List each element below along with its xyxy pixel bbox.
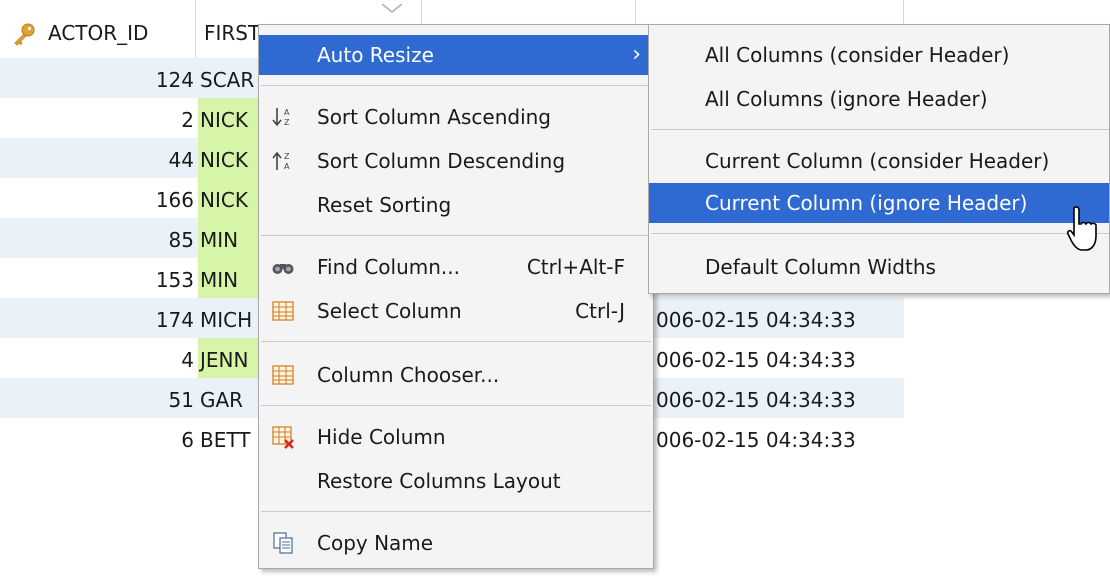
chevron-right-icon: › (632, 42, 641, 67)
binoculars-icon (272, 264, 294, 274)
sort-ascending-icon: A Z (272, 108, 290, 127)
sort-indicator-icon (381, 3, 403, 13)
menu-separator (261, 341, 651, 342)
menu-item-label: Copy Name (317, 531, 434, 555)
menu-item-label: Reset Sorting (317, 193, 452, 217)
submenu-item-current-column-consider-header[interactable]: Current Column (consider Header) (649, 141, 1109, 181)
cell-actor-id: 2 (181, 108, 194, 132)
menu-item-sort-descending[interactable]: Z A Sort Column Descending (259, 141, 653, 181)
menu-item-label: Find Column... (317, 255, 460, 279)
cell-first-name: MICH (200, 308, 253, 332)
menu-item-label: Select Column (317, 299, 462, 323)
column-header-label: FIRST (204, 21, 261, 45)
svg-text:Z: Z (284, 118, 290, 127)
submenu-item-label: Current Column (ignore Header) (705, 191, 1028, 215)
cell-first-name: MIN (198, 218, 260, 258)
cell-actor-id: 153 (155, 268, 194, 292)
menu-item-auto-resize[interactable]: Auto Resize › (259, 35, 653, 75)
cell-first-name: NICK (198, 178, 260, 218)
column-header-label: ACTOR_ID (48, 21, 149, 45)
menu-item-label: Sort Column Descending (317, 149, 566, 173)
menu-item-restore-columns-layout[interactable]: Restore Columns Layout (259, 461, 653, 501)
cell-actor-id: 51 (168, 388, 194, 412)
submenu-item-label: All Columns (ignore Header) (705, 87, 988, 111)
cell-actor-id: 124 (155, 68, 194, 92)
cell-last-update: 006-02-15 04:34:33 (656, 348, 856, 372)
menu-item-hide-column[interactable]: Hide Column (259, 417, 653, 457)
cell-first-name: GAR (200, 388, 244, 412)
submenu-item-label: Current Column (consider Header) (705, 149, 1050, 173)
key-icon (14, 23, 35, 46)
sort-descending-icon: Z A (272, 151, 290, 171)
cell-first-name: BETT (200, 428, 251, 452)
column-chooser-icon (272, 365, 294, 385)
cell-first-name: MIN (198, 258, 260, 298)
menu-item-reset-sorting[interactable]: Reset Sorting (259, 185, 653, 225)
cell-first-name: SCAR (200, 68, 255, 92)
cell-first-name: JENN (198, 338, 260, 378)
cell-actor-id: 4 (181, 348, 194, 372)
svg-text:A: A (284, 162, 290, 171)
menu-item-copy-name[interactable]: Copy Name (259, 523, 653, 563)
mouse-cursor-icon (1066, 206, 1097, 251)
menu-item-label: Auto Resize (317, 43, 434, 67)
cell-actor-id: 174 (155, 308, 194, 332)
cell-last-update: 006-02-15 04:34:33 (656, 428, 856, 452)
cell-first-name: NICK (198, 98, 260, 138)
hide-column-icon (272, 426, 294, 449)
submenu-item-label: Default Column Widths (705, 255, 936, 279)
menu-item-label: Sort Column Ascending (317, 105, 552, 129)
table-column-icon (272, 301, 294, 321)
cell-first-name: NICK (198, 138, 260, 178)
cell-last-update: 006-02-15 04:34:33 (656, 308, 856, 332)
menu-separator (261, 85, 651, 86)
menu-separator (651, 233, 1109, 234)
cell-actor-id: 6 (181, 428, 194, 452)
menu-item-find-column[interactable]: Find Column... Ctrl+Alt-F (259, 247, 653, 287)
submenu-item-default-column-widths[interactable]: Default Column Widths (649, 247, 1109, 287)
cell-actor-id: 44 (168, 148, 194, 172)
menu-item-shortcut: Ctrl-J (575, 299, 625, 323)
menu-item-shortcut: Ctrl+Alt-F (526, 255, 625, 279)
submenu-item-all-columns-ignore-header[interactable]: All Columns (ignore Header) (649, 79, 1109, 119)
menu-separator (261, 405, 651, 406)
menu-item-label: Hide Column (317, 425, 446, 449)
cell-last-update: 006-02-15 04:34:33 (656, 388, 856, 412)
column-context-menu: Auto Resize › A Z Sort Column Ascending … (258, 24, 654, 569)
cell-actor-id: 166 (155, 188, 194, 212)
column-header-actor-id[interactable]: ACTOR_ID (0, 0, 196, 58)
submenu-item-current-column-ignore-header[interactable]: Current Column (ignore Header) (649, 183, 1109, 223)
menu-separator (651, 129, 1109, 130)
auto-resize-submenu: All Columns (consider Header) All Column… (648, 24, 1110, 294)
menu-separator (261, 511, 651, 512)
copy-icon (273, 532, 293, 554)
submenu-item-all-columns-consider-header[interactable]: All Columns (consider Header) (649, 35, 1109, 75)
menu-item-select-column[interactable]: Select Column Ctrl-J (259, 291, 653, 331)
svg-text:Z: Z (284, 152, 290, 161)
menu-item-label: Column Chooser... (317, 363, 500, 387)
menu-item-sort-ascending[interactable]: A Z Sort Column Ascending (259, 97, 653, 137)
menu-item-label: Restore Columns Layout (317, 469, 561, 493)
menu-item-column-chooser[interactable]: Column Chooser... (259, 355, 653, 395)
menu-separator (261, 235, 651, 236)
cell-actor-id: 85 (168, 228, 194, 252)
submenu-item-label: All Columns (consider Header) (705, 43, 1010, 67)
svg-text:A: A (284, 108, 290, 117)
